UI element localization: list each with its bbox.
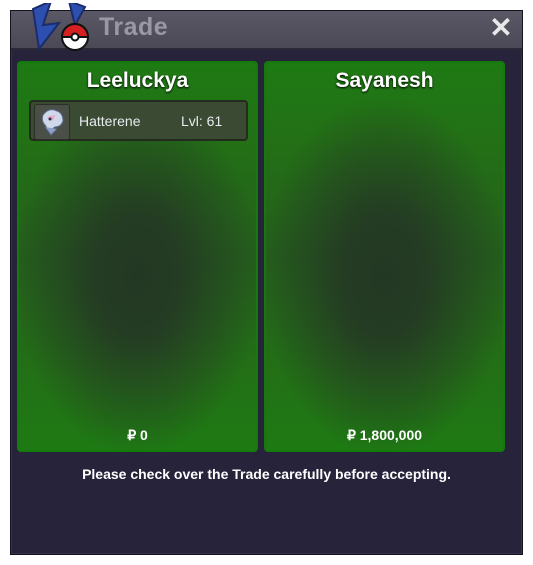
trade-panel-right: Sayanesh ₽ 1,800,000: [264, 61, 505, 452]
trade-warning-message: Please check over the Trade carefully be…: [82, 466, 451, 482]
money-offer-right: ₽ 1,800,000: [346, 427, 423, 443]
hatterene-sprite-icon: [41, 109, 64, 136]
window-title: Trade: [99, 13, 169, 41]
pokemon-offer-row[interactable]: Hatterene Lvl: 61: [29, 100, 248, 141]
player-name-right: Sayanesh: [335, 69, 434, 92]
pokeball-logo-icon: [31, 3, 90, 52]
money-offer-left: ₽ 0: [127, 427, 148, 443]
pokemon-thumbnail: [34, 104, 70, 140]
trade-window: Trade ✕ Leeluckya Hatterene Lvl: 61 ₽ 0 …: [10, 3, 523, 555]
pokemon-level: Lvl: 61: [181, 113, 223, 129]
player-name-left: Leeluckya: [86, 69, 189, 92]
trade-panel-left: Leeluckya Hatterene Lvl: 61 ₽ 0: [17, 61, 258, 452]
titlebar[interactable]: Trade ✕: [11, 3, 522, 52]
pokemon-species: Hatterene: [79, 113, 141, 129]
close-icon[interactable]: ✕: [488, 13, 514, 43]
